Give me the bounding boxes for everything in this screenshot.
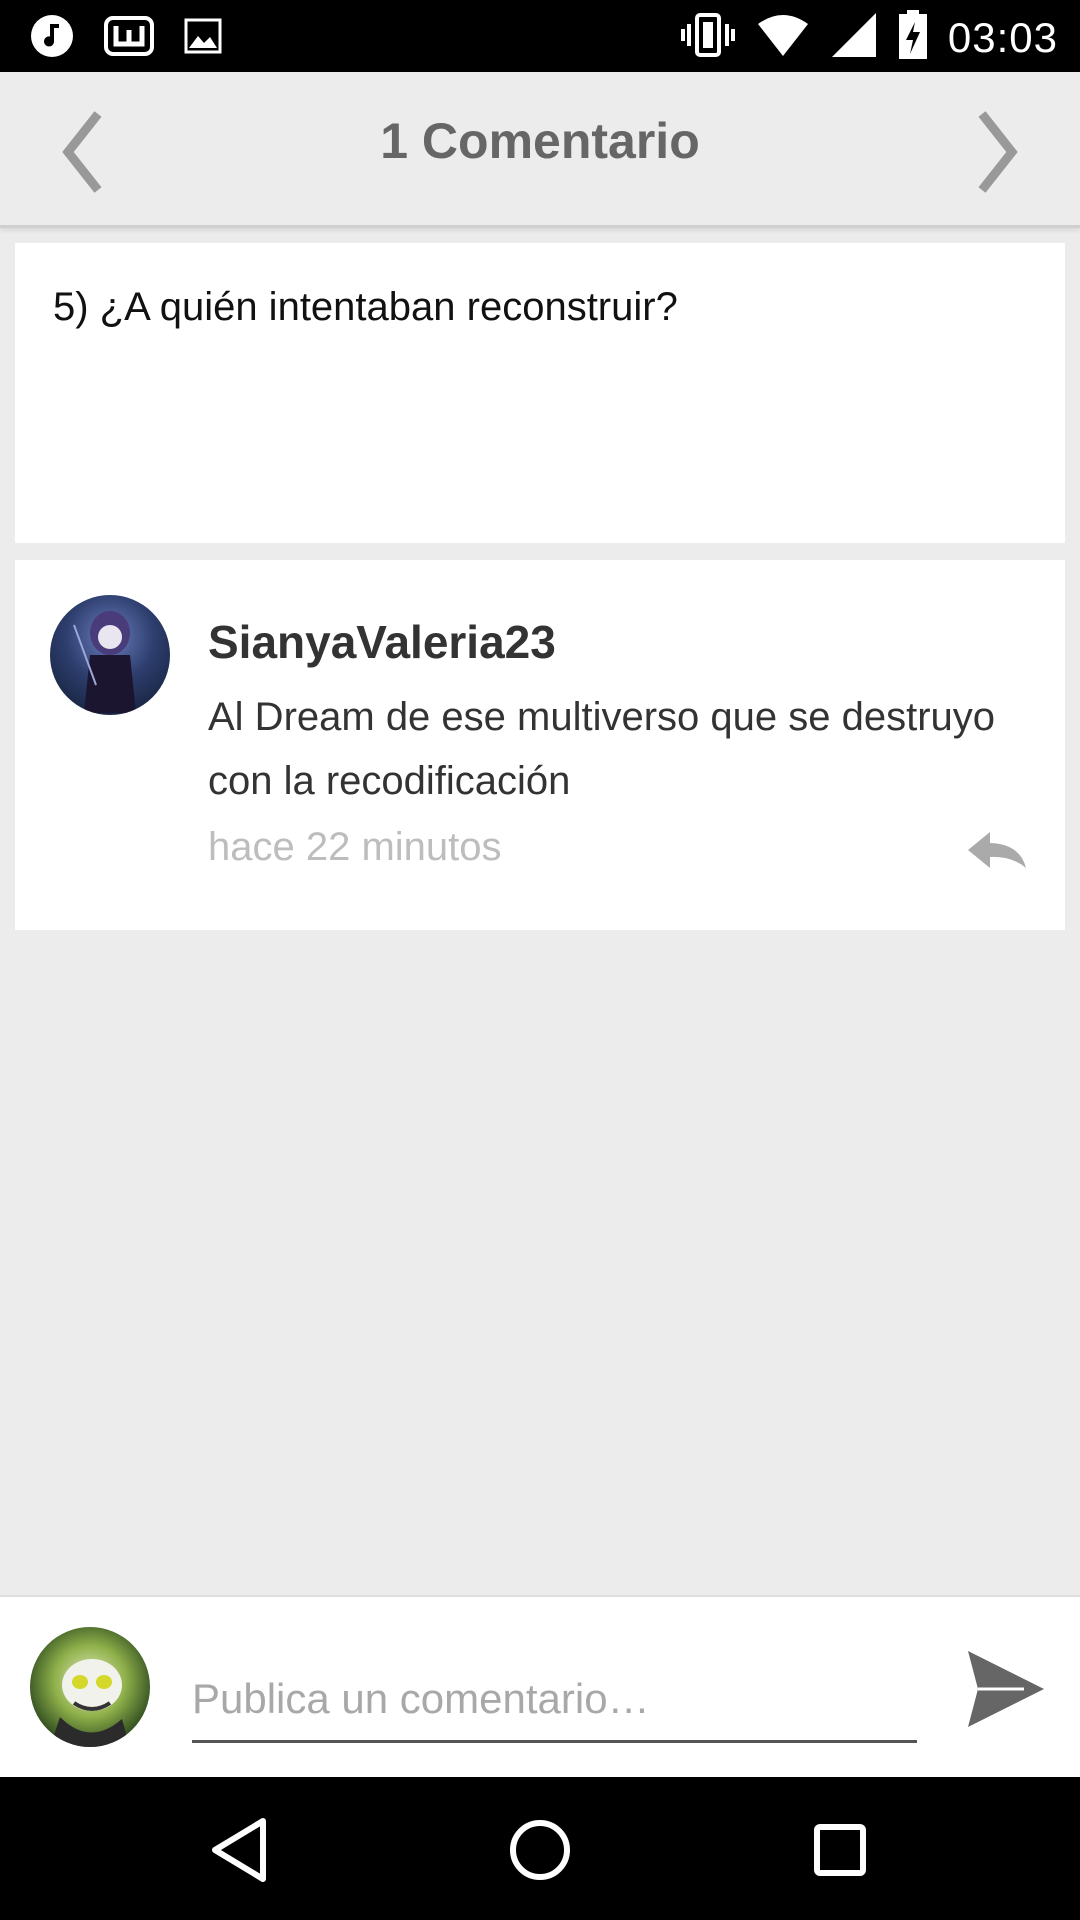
comment-timestamp: hace 22 minutos <box>208 825 502 869</box>
battery-icon <box>898 10 928 65</box>
image-icon <box>184 18 222 59</box>
back-icon[interactable] <box>205 1815 275 1885</box>
user-avatar[interactable] <box>30 1627 150 1747</box>
vibrate-icon <box>680 12 736 63</box>
comment-item: SianyaValeria23 Al Dream de ese multiver… <box>15 560 1065 930</box>
reply-icon[interactable] <box>964 828 1030 872</box>
wifi-icon <box>756 12 810 63</box>
post-text: 5) ¿A quién intentaban reconstruir? <box>53 285 678 329</box>
send-icon[interactable] <box>964 1647 1048 1731</box>
post-card: 5) ¿A quién intentaban reconstruir? <box>15 243 1065 543</box>
comment-input[interactable] <box>192 1657 917 1743</box>
comment-body: Al Dream de ese multiverso que se destru… <box>208 695 996 803</box>
comment-composer <box>0 1595 1080 1777</box>
music-note-icon <box>30 14 74 63</box>
chevron-right-icon[interactable] <box>960 102 1030 202</box>
page-title: 1 Comentario <box>380 113 700 169</box>
recents-icon[interactable] <box>805 1815 875 1885</box>
signal-icon <box>830 11 878 64</box>
app-bar: 1 Comentario <box>0 72 1080 228</box>
status-bar: 03:03 <box>0 0 1080 72</box>
comment-author[interactable]: SianyaValeria23 <box>208 615 556 669</box>
word-app-icon <box>104 16 154 61</box>
avatar[interactable] <box>50 595 170 715</box>
clock-time: 03:03 <box>947 13 1058 61</box>
home-icon[interactable] <box>505 1815 575 1885</box>
system-nav-bar <box>0 1777 1080 1920</box>
